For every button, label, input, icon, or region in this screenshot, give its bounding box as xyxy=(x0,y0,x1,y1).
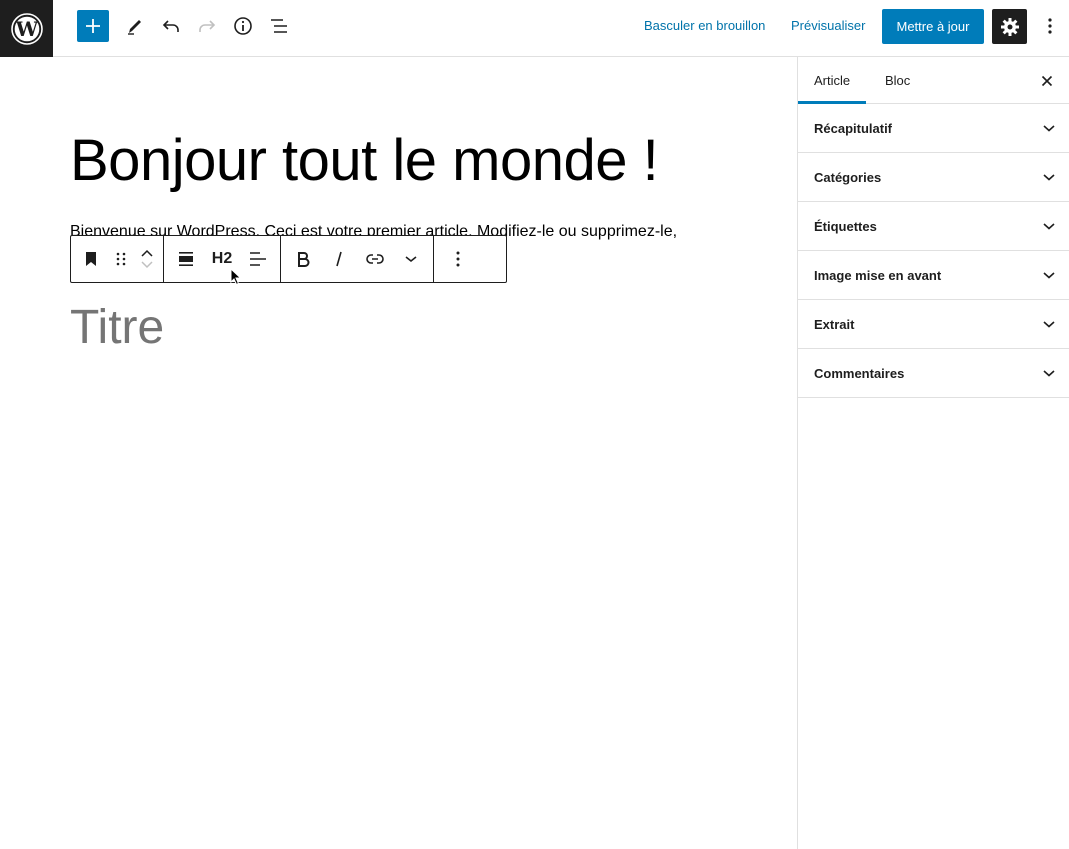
more-vertical-icon xyxy=(1048,18,1052,34)
list-view-icon xyxy=(271,19,287,33)
undo-icon xyxy=(162,20,179,32)
panel-title: Étiquettes xyxy=(814,218,877,234)
mouse-cursor-icon xyxy=(230,268,242,286)
panel-title: Image mise en avant xyxy=(814,267,942,283)
redo-icon xyxy=(199,20,216,32)
panel-categories[interactable]: Catégories xyxy=(798,153,1069,202)
undo-button[interactable] xyxy=(155,10,187,42)
move-down-icon[interactable] xyxy=(140,260,154,270)
tab-bloc[interactable]: Bloc xyxy=(869,57,926,104)
italic-button[interactable] xyxy=(321,236,357,282)
panel-commentaires[interactable]: Commentaires xyxy=(798,349,1069,398)
link-button[interactable] xyxy=(357,236,393,282)
block-toolbar-group-options xyxy=(434,236,482,282)
list-view-button[interactable] xyxy=(263,10,295,42)
block-toolbar-group-block: H2 xyxy=(164,236,281,282)
close-icon xyxy=(1041,75,1053,87)
text-align-button[interactable] xyxy=(240,236,276,282)
settings-sidebar: Article Bloc Récapitulatif Catégories Ét… xyxy=(797,57,1069,849)
block-toolbar-group-parent xyxy=(71,236,164,282)
tools-button[interactable] xyxy=(119,10,151,42)
italic-icon xyxy=(336,251,342,267)
preview-link[interactable]: Prévisualiser xyxy=(791,18,865,33)
info-icon xyxy=(234,17,252,35)
panel-extrait[interactable]: Extrait xyxy=(798,300,1069,349)
gear-icon xyxy=(1000,17,1019,36)
pencil-icon xyxy=(128,20,141,35)
more-formats-button[interactable] xyxy=(393,236,429,282)
redo-button[interactable] xyxy=(191,10,223,42)
bold-icon xyxy=(298,252,310,267)
close-sidebar-button[interactable] xyxy=(1035,69,1059,93)
drag-handle[interactable] xyxy=(109,236,133,282)
drag-handle-icon xyxy=(116,252,126,266)
panel-featured-image[interactable]: Image mise en avant xyxy=(798,251,1069,300)
chevron-down-icon xyxy=(405,256,417,263)
settings-button[interactable] xyxy=(992,9,1027,44)
details-button[interactable] xyxy=(227,10,259,42)
panel-title: Récapitulatif xyxy=(814,120,893,136)
link-icon xyxy=(366,254,384,264)
chevron-down-icon xyxy=(1043,125,1055,132)
align-button[interactable] xyxy=(168,236,204,282)
switch-to-draft-link[interactable]: Basculer en brouillon xyxy=(644,18,765,33)
block-toolbar-group-format xyxy=(281,236,434,282)
text-align-left-icon xyxy=(250,252,266,266)
editor-canvas: Bonjour tout le monde ! Bienvenue sur Wo… xyxy=(0,57,797,849)
bookmark-icon xyxy=(86,252,96,266)
panel-recapitulatif[interactable]: Récapitulatif xyxy=(798,104,1069,153)
block-options-button[interactable] xyxy=(440,236,476,282)
chevron-down-icon xyxy=(1043,272,1055,279)
bold-button[interactable] xyxy=(285,236,321,282)
editor-header: W Basculer en brouillon Prévisualiser Me… xyxy=(0,0,1069,57)
wordpress-logo-icon[interactable]: W xyxy=(0,0,53,57)
chevron-down-icon xyxy=(1043,174,1055,181)
chevron-down-icon xyxy=(1043,223,1055,230)
block-type-button[interactable] xyxy=(73,236,109,282)
sidebar-tabs: Article Bloc xyxy=(798,57,1069,104)
update-button[interactable]: Mettre à jour xyxy=(882,9,984,44)
block-mover xyxy=(133,236,161,282)
add-block-button[interactable] xyxy=(77,10,109,42)
panel-title: Catégories xyxy=(814,169,882,185)
post-title[interactable]: Bonjour tout le monde ! xyxy=(70,127,659,195)
chevron-down-icon xyxy=(1043,321,1055,328)
heading-block-placeholder[interactable]: Titre xyxy=(70,300,164,356)
block-toolbar: H2 xyxy=(70,235,507,283)
options-button[interactable] xyxy=(1036,10,1064,42)
heading-level-label: H2 xyxy=(211,250,233,267)
align-wide-icon xyxy=(179,252,193,266)
panel-title: Extrait xyxy=(814,316,855,332)
chevron-down-icon xyxy=(1043,370,1055,377)
tab-article[interactable]: Article xyxy=(798,57,866,104)
plus-icon xyxy=(86,19,100,33)
move-up-icon[interactable] xyxy=(140,248,154,258)
more-options-icon xyxy=(456,251,460,267)
panel-title: Commentaires xyxy=(814,365,905,381)
panel-etiquettes[interactable]: Étiquettes xyxy=(798,202,1069,251)
svg-text:W: W xyxy=(14,17,38,41)
